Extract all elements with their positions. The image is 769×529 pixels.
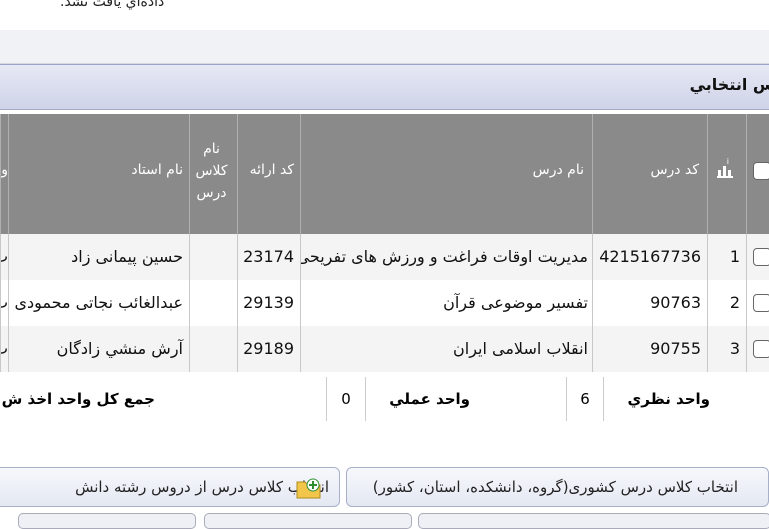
- offer-code: 29189: [237, 326, 300, 372]
- course-code: 90755: [592, 326, 707, 372]
- theory-units-value: 6: [566, 377, 604, 421]
- row-checkbox[interactable]: [753, 340, 769, 358]
- select-national-class-button[interactable]: انتخاب کلاس درس کشوری(گروه، دانشکده، است…: [346, 467, 769, 507]
- top-band: [0, 30, 769, 64]
- row-index: 2: [707, 280, 746, 326]
- header-extra: و: [0, 114, 8, 234]
- row-extra: ب: [0, 326, 8, 372]
- class-name: [189, 234, 237, 280]
- header-offer-code: کد ارائه: [237, 114, 300, 234]
- bottom-button[interactable]: [18, 513, 196, 529]
- select-other-field-class-label: انتخاب کلاس درس از دروس رشته دانش: [75, 478, 329, 496]
- row-extra: ب: [0, 280, 8, 326]
- select-other-field-class-button[interactable]: انتخاب کلاس درس از دروس رشته دانش: [0, 467, 340, 507]
- class-name: [189, 280, 237, 326]
- header-class-name: نام کلاس درس: [189, 114, 237, 234]
- table-row[interactable]: 2 90763 تفسير موضوعى قرآن 29139 عبدالغائ…: [0, 280, 769, 326]
- folder-add-icon: [296, 478, 321, 499]
- course-name: انقلاب اسلامى ايران: [300, 326, 592, 372]
- select-all-checkbox[interactable]: [753, 162, 769, 180]
- row-checkbox-cell: [746, 234, 769, 280]
- row-checkbox-cell: [746, 280, 769, 326]
- course-name: مديريت اوقات فراغت و ورزش هاى تفريحى: [300, 234, 592, 280]
- selected-courses-panel-header: س انتخابي: [0, 64, 769, 110]
- practical-units-value: 0: [326, 377, 366, 421]
- sort-column: i: [707, 114, 746, 234]
- course-code: 4215167736: [592, 234, 707, 280]
- column-settings-icon[interactable]: i: [714, 156, 736, 180]
- panel-title: س انتخابي: [689, 75, 769, 94]
- row-checkbox[interactable]: [753, 294, 769, 312]
- theory-units-label: واحد نظري: [627, 390, 711, 408]
- instructor-name: حسين پيمانى زاد: [8, 234, 189, 280]
- bottom-button[interactable]: [418, 513, 769, 529]
- header-course-name: نام درس: [300, 114, 592, 234]
- offer-code: 23174: [237, 234, 300, 280]
- total-units-label: جمع کل واحد اخذ ش: [1, 390, 155, 408]
- table-row[interactable]: 1 4215167736 مديريت اوقات فراغت و ورزش ه…: [0, 234, 769, 280]
- header-course-code: کد درس: [592, 114, 707, 234]
- row-checkbox-cell: [746, 326, 769, 372]
- course-name: تفسير موضوعى قرآن: [300, 280, 592, 326]
- no-data-message: داده‌اي يافت نشد.: [60, 0, 165, 10]
- practical-units-label: واحد عملي: [389, 390, 470, 408]
- course-code: 90763: [592, 280, 707, 326]
- row-index: 3: [707, 326, 746, 372]
- select-national-class-label: انتخاب کلاس درس کشوری(گروه، دانشکده، است…: [372, 478, 738, 496]
- instructor-name: عبدالغائب نجاتى محمودى: [8, 280, 189, 326]
- svg-text:i: i: [727, 157, 729, 166]
- row-extra: ب: [0, 234, 8, 280]
- row-index: 1: [707, 234, 746, 280]
- offer-code: 29139: [237, 280, 300, 326]
- bottom-button[interactable]: [204, 513, 412, 529]
- header-instructor: نام استاد: [8, 114, 189, 234]
- instructor-name: آرش منشي زادگان: [8, 326, 189, 372]
- units-summary: واحد نظري 6 واحد عملي 0 جمع کل واحد اخذ …: [0, 377, 769, 421]
- class-name: [189, 326, 237, 372]
- table-header: i کد درس نام درس کد ارائه نام کلاس درس ن…: [0, 114, 769, 234]
- table-row[interactable]: 3 90755 انقلاب اسلامى ايران 29189 آرش من…: [0, 326, 769, 372]
- row-checkbox[interactable]: [753, 248, 769, 266]
- select-all-column: [746, 114, 769, 234]
